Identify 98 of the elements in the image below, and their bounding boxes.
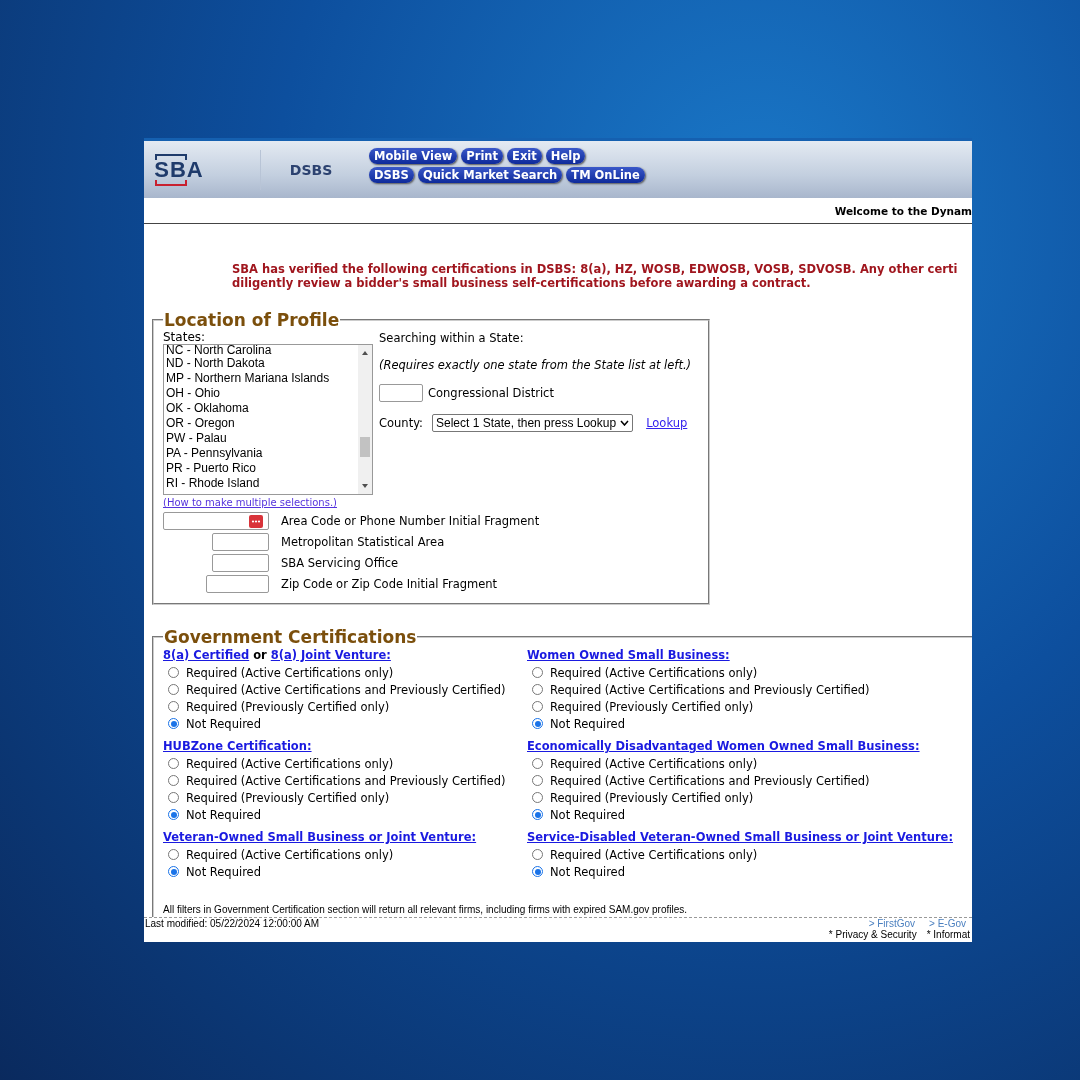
- logo: SBA: [144, 149, 254, 190]
- phone-input[interactable]: [163, 512, 269, 530]
- radio-button[interactable]: [532, 718, 543, 729]
- certification-link[interactable]: Service-Disabled Veteran-Owned Small Business or Joint Venture:: [527, 829, 953, 846]
- certification-link[interactable]: 8(a) Joint Venture:: [270, 647, 391, 664]
- state-option[interactable]: RI - Rhode Island: [166, 476, 358, 491]
- field-label: Area Code or Phone Number Initial Fragment: [281, 514, 540, 528]
- last-modified-text: Last modified: 05/22/2024 12:00:00 AM: [145, 918, 319, 931]
- option-label: Not Required: [186, 716, 261, 731]
- section-title: Government Certifications: [163, 627, 418, 647]
- field-label: County:: [379, 415, 423, 431]
- option-label: Required (Active Certifications only): [186, 847, 394, 862]
- state-option[interactable]: OH - Ohio: [166, 386, 358, 401]
- footer-link[interactable]: > E-Gov: [929, 918, 966, 929]
- state-option[interactable]: MP - Northern Mariana Islands: [166, 371, 358, 386]
- certification-link[interactable]: HUBZone Certification:: [163, 738, 312, 755]
- nav-button[interactable]: DSBS: [369, 167, 414, 183]
- radio-button[interactable]: [168, 809, 179, 820]
- section-label: Searching within a State:: [379, 330, 525, 346]
- hint-text: (Requires exactly one state from the State list at left.): [379, 358, 692, 372]
- states-listbox[interactable]: NC - North Carolina ND - North Dakota MP - Northern Mariana Islands OH - Ohio OK - Oklahoma OR - Oregon PW - Palau PA - Pennsylvania PR - Puerto Rico RI - Rhode Island: [163, 344, 373, 495]
- help-link[interactable]: (How to make multiple selections.): [163, 497, 373, 508]
- radio-button[interactable]: [532, 809, 543, 820]
- option-label: Required (Previously Certified only): [550, 699, 754, 714]
- field-label: Congressional District: [428, 386, 554, 400]
- option-label: Not Required: [550, 807, 625, 822]
- notice-text: SBA has verified the following certifications in DSBS: 8(a), HZ, WOSB, EDWOSB, VOSB, SDVOSB. Any other certi: [232, 262, 959, 276]
- text-input[interactable]: [206, 575, 269, 593]
- radio-button[interactable]: [168, 866, 179, 877]
- text-input[interactable]: [212, 533, 269, 551]
- option-label: Required (Active Certifications only): [550, 847, 758, 862]
- state-option[interactable]: PR - Puerto Rico: [166, 461, 358, 476]
- radio-button[interactable]: [168, 758, 179, 769]
- radio-button[interactable]: [168, 701, 179, 712]
- field-label: SBA Servicing Office: [281, 556, 399, 570]
- certification-link[interactable]: Women Owned Small Business:: [527, 647, 730, 664]
- state-option[interactable]: NC - North Carolina: [166, 345, 358, 356]
- option-label: Required (Previously Certified only): [186, 790, 390, 805]
- radio-button[interactable]: [532, 701, 543, 712]
- certification-link[interactable]: Veteran-Owned Small Business or Joint Venture:: [163, 829, 477, 846]
- radio-button[interactable]: [168, 775, 179, 786]
- option-label: Required (Previously Certified only): [550, 790, 754, 805]
- option-label: Not Required: [550, 864, 625, 879]
- radio-button[interactable]: [532, 775, 543, 786]
- state-option[interactable]: OR - Oregon: [166, 416, 358, 431]
- connector-text: or: [253, 647, 267, 664]
- app-name: DSBS: [260, 149, 361, 190]
- state-option[interactable]: PW - Palau: [166, 431, 358, 446]
- district-input[interactable]: [379, 384, 423, 402]
- option-label: Required (Active Certifications only): [186, 756, 394, 771]
- nav-button[interactable]: Exit: [507, 148, 542, 164]
- certification-link[interactable]: 8(a) Certified: [163, 647, 250, 664]
- radio-button[interactable]: [532, 792, 543, 803]
- chevron-down-icon: [620, 420, 630, 426]
- radio-button[interactable]: [168, 684, 179, 695]
- option-label: Required (Active Certifications and Previously Certified): [550, 682, 870, 697]
- footer-link[interactable]: * Privacy & Security: [828, 929, 917, 940]
- state-option[interactable]: PA - Pennsylvania: [166, 446, 358, 461]
- note-text: All filters in Government Certification section will return all relevant firms, including firms with expired SAM.gov profiles.: [163, 904, 689, 917]
- option-label: Not Required: [186, 807, 261, 822]
- radio-button[interactable]: [168, 667, 179, 678]
- option-label: Required (Active Certifications only): [186, 665, 394, 680]
- radio-button[interactable]: [532, 849, 543, 860]
- nav-button[interactable]: Quick Market Search: [417, 167, 563, 183]
- radio-button[interactable]: [168, 792, 179, 803]
- option-label: Required (Active Certifications and Previously Certified): [550, 773, 870, 788]
- state-option[interactable]: OK - Oklahoma: [166, 401, 358, 416]
- option-label: Required (Active Certifications only): [550, 756, 758, 771]
- option-label: Not Required: [550, 716, 625, 731]
- option-label: Required (Active Certifications and Previously Certified): [186, 682, 506, 697]
- nav-button[interactable]: Mobile View: [369, 148, 458, 164]
- nav-button[interactable]: TM OnLine: [566, 167, 645, 183]
- radio-button[interactable]: [532, 758, 543, 769]
- radio-button[interactable]: [532, 866, 543, 877]
- radio-button[interactable]: [532, 667, 543, 678]
- radio-button[interactable]: [168, 718, 179, 729]
- footer-link[interactable]: > FirstGov: [868, 918, 916, 929]
- option-label: Not Required: [186, 864, 261, 879]
- states-label: States:: [163, 330, 207, 344]
- certification-link[interactable]: Economically Disadvantaged Women Owned Small Business:: [527, 738, 920, 755]
- section-title: Location of Profile: [163, 310, 341, 330]
- notice-text: diligently review a bidder's small business self-certifications before awarding a contract.: [232, 276, 812, 290]
- option-label: Required (Active Certifications and Previously Certified): [186, 773, 506, 788]
- option-label: Required (Active Certifications only): [550, 665, 758, 680]
- lookup-link[interactable]: Lookup: [646, 416, 688, 430]
- welcome-text: Welcome to the Dynam: [834, 204, 972, 217]
- field-label: Metropolitan Statistical Area: [281, 535, 445, 549]
- radio-button[interactable]: [532, 684, 543, 695]
- nav-button[interactable]: Print: [461, 148, 504, 164]
- text-input[interactable]: [212, 554, 269, 572]
- county-select[interactable]: Select 1 State, then press Lookup: [432, 414, 634, 432]
- password-dots-icon: [249, 514, 263, 528]
- option-label: Required (Previously Certified only): [186, 699, 390, 714]
- footer-link[interactable]: * Informat: [926, 929, 970, 940]
- field-label: Zip Code or Zip Code Initial Fragment: [281, 577, 498, 591]
- state-option[interactable]: ND - North Dakota: [166, 356, 358, 371]
- nav-button[interactable]: Help: [545, 148, 586, 164]
- radio-button[interactable]: [168, 849, 179, 860]
